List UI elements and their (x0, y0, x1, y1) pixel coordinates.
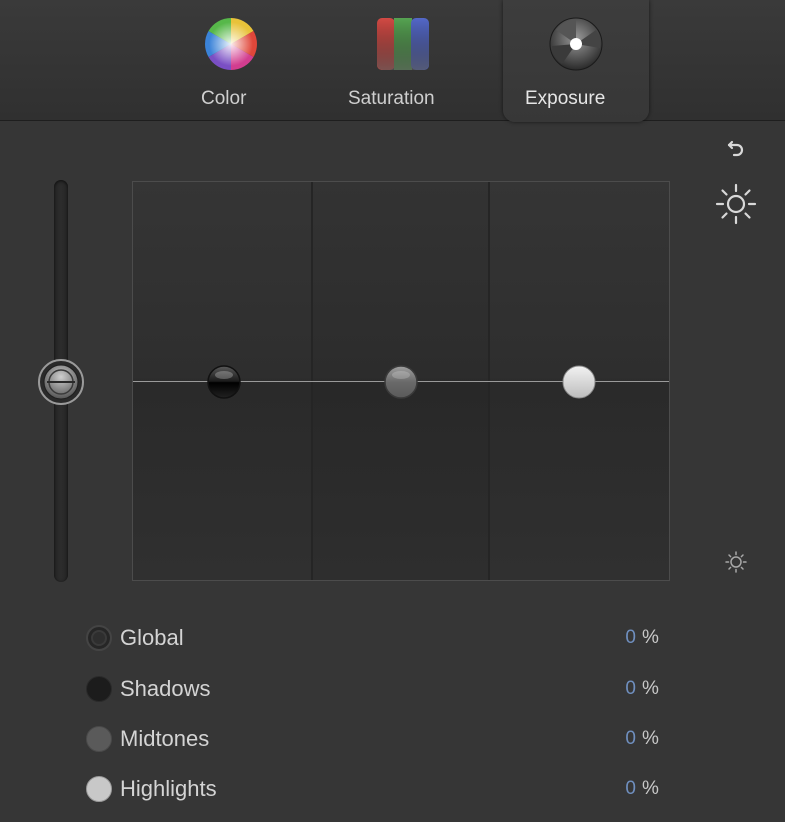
brightness-low-icon[interactable] (724, 550, 748, 574)
midtones-control-point[interactable] (383, 364, 419, 400)
shadows-color-dot[interactable] (86, 676, 112, 702)
tab-bar: Color Saturation Exposure (0, 0, 785, 122)
highlights-value[interactable]: 0 (616, 778, 636, 800)
saturation-icon (377, 18, 429, 70)
percent-unit: % (642, 627, 659, 648)
global-value[interactable]: 0 (616, 627, 636, 649)
tab-color[interactable]: Color (186, 0, 276, 120)
global-label: Global (120, 625, 184, 650)
percent-unit: % (642, 778, 659, 799)
percent-unit: % (642, 728, 659, 749)
tab-label: Exposure (525, 88, 606, 109)
midtones-color-dot[interactable] (86, 726, 112, 752)
percent-unit: % (642, 678, 659, 699)
tab-label: Color (201, 88, 247, 109)
tab-saturation[interactable]: Saturation (345, 0, 463, 120)
color-wheel-icon (205, 18, 257, 70)
highlights-label: Highlights (120, 776, 217, 801)
tab-exposure[interactable]: Exposure (503, 0, 649, 122)
midtones-label: Midtones (120, 726, 210, 751)
shadows-value[interactable]: 0 (616, 678, 636, 700)
exposure-graph[interactable] (132, 181, 670, 581)
reset-arrow-icon[interactable] (726, 138, 746, 158)
shadows-row: Shadows 0 % (86, 669, 666, 709)
highlights-control-point[interactable] (561, 364, 597, 400)
highlights-row: Highlights 0 % (86, 769, 666, 809)
global-row: Global 0 % (86, 618, 666, 658)
exposure-slider-knob[interactable] (37, 358, 85, 406)
highlights-color-dot[interactable] (86, 776, 112, 802)
exposure-panel: Color Saturation Exposure Global 0 % Sha… (0, 0, 785, 822)
brightness-high-icon[interactable] (714, 182, 758, 226)
global-color-dot[interactable] (86, 625, 112, 651)
midtones-value[interactable]: 0 (616, 728, 636, 750)
shadows-control-point[interactable] (206, 364, 242, 400)
shadows-label: Shadows (120, 676, 211, 701)
tab-label: Saturation (348, 88, 435, 109)
exposure-icon (549, 17, 603, 71)
midtones-row: Midtones 0 % (86, 719, 666, 759)
